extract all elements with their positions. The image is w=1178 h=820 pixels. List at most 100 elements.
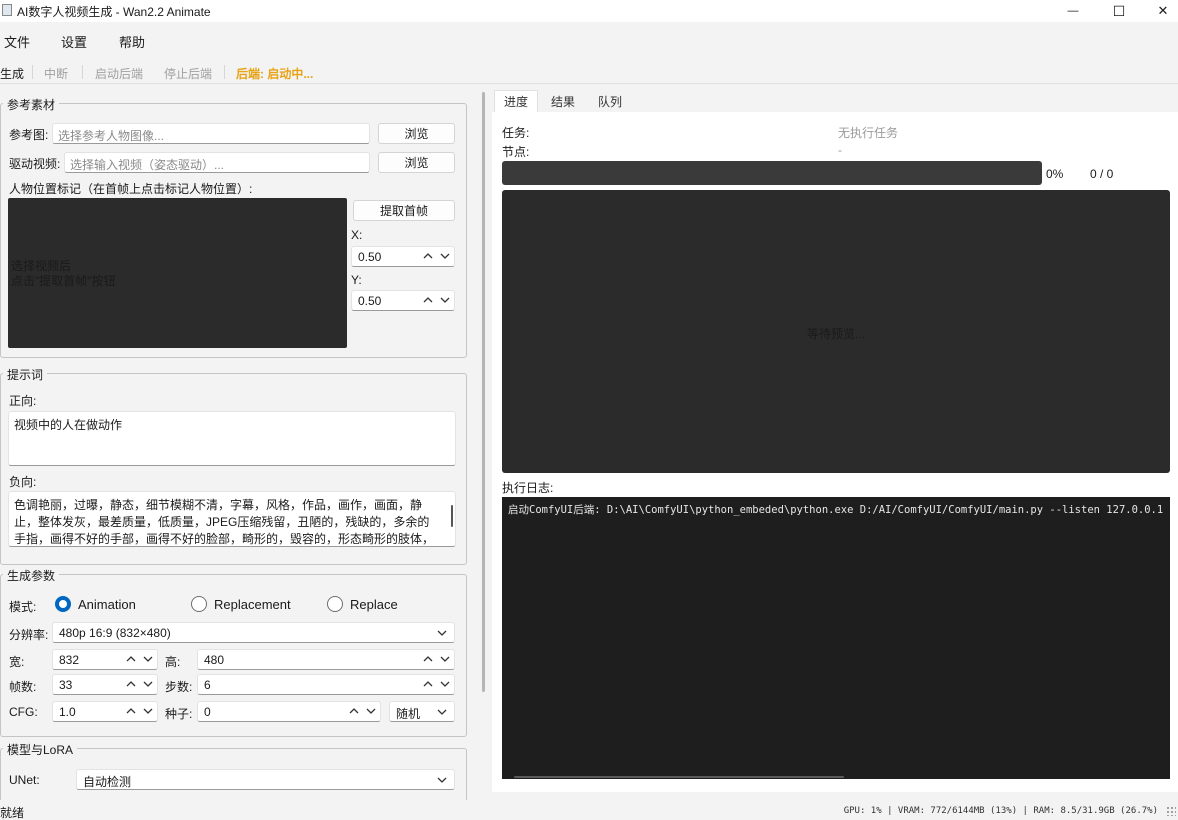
x-spinbox[interactable]: 0.50: [351, 246, 455, 267]
mode-radio-group: Animation Replacement Replace: [0, 596, 467, 614]
negative-label: 负向:: [9, 475, 37, 489]
cfg-spinbox[interactable]: 1.0: [52, 701, 158, 722]
resolution-select[interactable]: 480p 16:9 (832×480): [52, 622, 455, 643]
negative-prompt-text: 色调艳丽，过曝，静态，细节模糊不清，字幕，风格，作品，画作，画面，静止，整体发灰…: [14, 498, 435, 546]
ref-image-input[interactable]: 选择参考人物图像...: [52, 123, 370, 144]
status-ready: 就绪: [0, 806, 25, 820]
mode-animation-label: Animation: [78, 596, 136, 612]
minimize-button[interactable]: —: [1050, 0, 1096, 22]
chevron-down-icon[interactable]: [439, 677, 451, 691]
y-label: Y:: [351, 273, 362, 287]
width-spinbox[interactable]: 832: [52, 649, 158, 670]
radio-dot: [55, 596, 71, 612]
start-backend-button[interactable]: 启动后端: [95, 65, 143, 82]
unet-select[interactable]: 自动检测: [76, 769, 455, 790]
browse-ref-button[interactable]: 浏览: [378, 123, 455, 144]
execution-log[interactable]: 启动ComfyUI后端: D:\AI\ComfyUI\python_embede…: [502, 497, 1170, 779]
tab-results[interactable]: 结果: [541, 90, 585, 112]
extract-first-frame-button[interactable]: 提取首帧: [353, 200, 455, 221]
chevron-down-icon: [437, 709, 447, 715]
radio-dot: [327, 596, 343, 612]
unet-value: 自动检测: [83, 775, 132, 789]
close-button[interactable]: ✕: [1140, 0, 1178, 22]
chevron-up-icon[interactable]: [125, 704, 137, 718]
minimize-icon: —: [1067, 5, 1079, 17]
steps-spinbox[interactable]: 6: [197, 674, 455, 695]
tab-queue[interactable]: 队列: [588, 90, 632, 112]
interrupt-button[interactable]: 中断: [44, 65, 68, 82]
chevron-up-icon[interactable]: [125, 652, 137, 666]
width-label: 宽:: [9, 655, 25, 669]
left-scrollbar[interactable]: [482, 92, 485, 692]
browse-video-button[interactable]: 浏览: [378, 152, 455, 173]
menu-settings[interactable]: 设置: [61, 32, 87, 51]
seed-mode-select[interactable]: 随机: [389, 701, 455, 722]
chevron-up-icon[interactable]: [422, 652, 434, 666]
resize-grip-icon[interactable]: [1166, 806, 1176, 816]
chevron-down-icon[interactable]: [439, 652, 451, 666]
negative-prompt-input[interactable]: 色调艳丽，过曝，静态，细节模糊不清，字幕，风格，作品，画作，画面，静止，整体发灰…: [8, 491, 456, 547]
progress-bar: [502, 161, 1042, 185]
spin-arrows[interactable]: [422, 249, 451, 263]
positive-prompt-input[interactable]: 视频中的人在做动作: [8, 411, 456, 466]
spin-arrows[interactable]: [125, 652, 154, 666]
negative-scrollbar[interactable]: [451, 505, 453, 527]
seed-value: 0: [204, 705, 211, 719]
chevron-down-icon: [437, 777, 447, 783]
steps-label: 步数:: [165, 680, 193, 694]
chevron-down-icon[interactable]: [439, 293, 451, 307]
spin-arrows[interactable]: [125, 677, 154, 691]
cfg-value: 1.0: [59, 705, 76, 719]
marker-label: 人物位置标记（在首帧上点击标记人物位置）:: [9, 182, 253, 196]
log-horizontal-scrollbar[interactable]: [514, 776, 844, 778]
resolution-label: 分辨率:: [9, 628, 49, 642]
preview-placeholder: 等待预览...: [806, 327, 865, 341]
close-icon: ✕: [1157, 3, 1169, 18]
tab-progress[interactable]: 进度: [494, 90, 538, 112]
chevron-down-icon[interactable]: [365, 704, 377, 718]
seed-label: 种子:: [165, 707, 193, 721]
seed-spinbox[interactable]: 0: [197, 701, 381, 722]
chevron-down-icon[interactable]: [142, 652, 154, 666]
mode-replacement-radio[interactable]: Replacement: [191, 596, 291, 612]
mode-replace-radio[interactable]: Replace: [327, 596, 398, 612]
drive-video-input[interactable]: 选择输入视频（姿态驱动）...: [64, 152, 370, 173]
stop-backend-button[interactable]: 停止后端: [164, 65, 212, 82]
window-title: AI数字人视频生成 - Wan2.2 Animate: [17, 5, 211, 19]
maximize-button[interactable]: ☐: [1096, 0, 1142, 22]
spin-arrows[interactable]: [422, 293, 451, 307]
resource-stats: GPU: 1% | VRAM: 772/6144MB (13%) | RAM: …: [843, 806, 1158, 816]
task-label: 任务:: [502, 126, 530, 140]
params-group-title: 生成参数: [3, 567, 60, 584]
first-frame-preview[interactable]: 选择视频后 点击"提取首帧"按钮: [8, 198, 347, 348]
spin-arrows[interactable]: [125, 704, 154, 718]
toolbar-divider: [82, 65, 83, 79]
mode-replacement-label: Replacement: [214, 596, 291, 612]
frames-label: 帧数:: [9, 680, 37, 694]
chevron-down-icon[interactable]: [439, 249, 451, 263]
preview-area: 等待预览...: [502, 190, 1170, 473]
preview-hint-line2: 点击"提取首帧"按钮: [11, 274, 116, 288]
spin-arrows[interactable]: [422, 677, 451, 691]
spin-arrows[interactable]: [348, 704, 377, 718]
width-value: 832: [59, 653, 80, 667]
spin-arrows[interactable]: [422, 652, 451, 666]
status-bar: 就绪 GPU: 1% | VRAM: 772/6144MB (13%) | RA…: [0, 800, 1178, 820]
menu-file[interactable]: 文件: [4, 32, 30, 51]
chevron-up-icon[interactable]: [348, 704, 360, 718]
height-label: 高:: [165, 655, 181, 669]
menu-help[interactable]: 帮助: [119, 32, 145, 51]
chevron-down-icon[interactable]: [142, 704, 154, 718]
frames-spinbox[interactable]: 33: [52, 674, 158, 695]
chevron-up-icon[interactable]: [422, 677, 434, 691]
task-value: 无执行任务: [838, 126, 899, 140]
reference-group-title: 参考素材: [3, 96, 60, 113]
chevron-up-icon[interactable]: [422, 293, 434, 307]
height-spinbox[interactable]: 480: [197, 649, 455, 670]
mode-animation-radio[interactable]: Animation: [55, 596, 136, 612]
chevron-up-icon[interactable]: [422, 249, 434, 263]
chevron-down-icon[interactable]: [142, 677, 154, 691]
chevron-up-icon[interactable]: [125, 677, 137, 691]
generate-button[interactable]: 生成: [0, 65, 24, 82]
y-spinbox[interactable]: 0.50: [351, 290, 455, 311]
